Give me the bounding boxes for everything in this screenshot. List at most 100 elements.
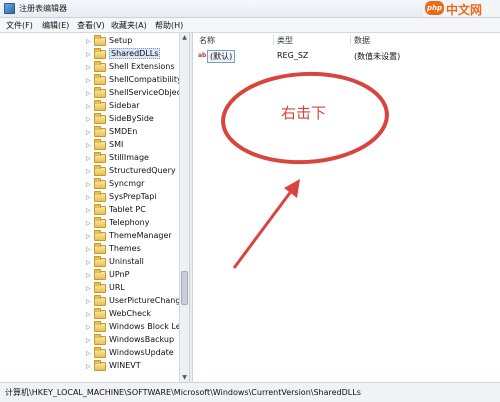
watermark-text: 中文网 xyxy=(446,3,483,17)
regedit-icon xyxy=(4,3,15,14)
tree-item-label: Themes xyxy=(109,244,141,253)
expand-icon[interactable]: ▷ xyxy=(86,51,91,58)
column-type[interactable]: 类型 xyxy=(277,35,293,46)
menu-view[interactable]: 查看(V) xyxy=(77,20,105,31)
tree-item-label: UPnP xyxy=(109,270,130,279)
expand-icon[interactable]: ▷ xyxy=(86,168,91,175)
column-name[interactable]: 名称 xyxy=(199,35,215,46)
key-tree[interactable]: ▷ Setup ▷ SharedDLLs ▷ Shell Extensions ▷ Shell… xyxy=(0,33,179,382)
tree-item-label: StructuredQuery xyxy=(109,166,176,175)
tree-item-label: Tablet PC xyxy=(109,205,146,214)
tree-item-label: SideBySide xyxy=(109,114,154,123)
scroll-down-icon[interactable]: ▼ xyxy=(180,373,189,382)
expand-icon[interactable]: ▷ xyxy=(86,181,91,188)
tree-scrollbar[interactable]: ▲ ▼ xyxy=(179,33,189,382)
expand-icon[interactable]: ▷ xyxy=(86,116,91,123)
annotation-text: 右击下 xyxy=(281,104,327,122)
expand-icon[interactable]: ▷ xyxy=(86,77,91,84)
value-name[interactable]: (默认) xyxy=(207,50,236,63)
expand-icon[interactable]: ▷ xyxy=(86,285,91,292)
menu-file[interactable]: 文件(F) xyxy=(6,20,33,31)
column-divider[interactable] xyxy=(273,35,274,45)
tree-item-label: UserPictureChange xyxy=(109,296,179,305)
string-value-icon: ab xyxy=(198,52,207,59)
folder-icon xyxy=(94,230,106,241)
folder-icon xyxy=(94,360,106,371)
tree-item-label: StillImage xyxy=(109,153,149,162)
tree-item-label: Sidebar xyxy=(109,101,140,110)
folder-icon xyxy=(94,35,106,46)
folder-icon xyxy=(94,295,106,306)
expand-icon[interactable]: ▷ xyxy=(86,233,91,240)
window-title: 注册表编辑器 xyxy=(19,4,67,13)
expand-icon[interactable]: ▷ xyxy=(86,129,91,136)
expand-icon[interactable]: ▷ xyxy=(86,337,91,344)
expand-icon[interactable]: ▷ xyxy=(86,363,91,370)
expand-icon[interactable]: ▷ xyxy=(86,259,91,266)
tree-item-label: Syncmgr xyxy=(109,179,145,188)
tree-item-label: SysPrepTapi xyxy=(109,192,157,201)
tree-item-label: ShellServiceObjecti xyxy=(109,88,179,97)
folder-icon xyxy=(94,61,106,72)
menu-help[interactable]: 帮助(H) xyxy=(155,20,183,31)
value-list[interactable]: 名称 类型 数据 ab (默认) REG_SZ (数值未设置) xyxy=(193,33,500,382)
folder-icon xyxy=(94,87,106,98)
tree-item-label: WINEVT xyxy=(109,361,141,370)
folder-icon xyxy=(94,126,106,137)
status-path: 计算机\HKEY_LOCAL_MACHINE\SOFTWARE\Microsof… xyxy=(5,388,361,397)
value-type: REG_SZ xyxy=(277,51,309,60)
folder-icon xyxy=(94,139,106,150)
tree-item-label: Uninstall xyxy=(109,257,144,266)
tree-item-label: WindowsUpdate xyxy=(109,348,174,357)
folder-icon xyxy=(94,74,106,85)
expand-icon[interactable]: ▷ xyxy=(86,246,91,253)
tree-item-label: SMI xyxy=(109,140,124,149)
folder-icon xyxy=(94,308,106,319)
expand-icon[interactable]: ▷ xyxy=(86,90,91,97)
tree-item-label: Setup xyxy=(109,36,133,45)
expand-icon[interactable]: ▷ xyxy=(86,220,91,227)
expand-icon[interactable]: ▷ xyxy=(86,298,91,305)
scroll-thumb[interactable] xyxy=(181,271,188,305)
folder-icon xyxy=(94,191,106,202)
column-divider[interactable] xyxy=(350,35,351,45)
expand-icon[interactable]: ▷ xyxy=(86,155,91,162)
expand-icon[interactable]: ▷ xyxy=(86,103,91,110)
watermark-badge: php xyxy=(425,1,444,15)
expand-icon[interactable]: ▷ xyxy=(86,38,91,45)
expand-icon[interactable]: ▷ xyxy=(86,64,91,71)
expand-icon[interactable]: ▷ xyxy=(86,272,91,279)
tree-item-label: WindowsBackup xyxy=(109,335,175,344)
tree-item-label: ThemeManager xyxy=(109,231,172,240)
expand-icon[interactable]: ▷ xyxy=(86,350,91,357)
folder-icon xyxy=(94,347,106,358)
tree-item-label: Windows Block Le xyxy=(109,322,179,331)
folder-icon xyxy=(94,178,106,189)
folder-icon xyxy=(94,100,106,111)
column-data[interactable]: 数据 xyxy=(354,35,370,46)
status-bar: 计算机\HKEY_LOCAL_MACHINE\SOFTWARE\Microsof… xyxy=(0,382,500,402)
tree-item-label: URL xyxy=(109,283,125,292)
expand-icon[interactable]: ▷ xyxy=(86,311,91,318)
tree-item-label: WebCheck xyxy=(109,309,152,318)
folder-icon xyxy=(94,256,106,267)
menu-edit[interactable]: 编辑(E) xyxy=(42,20,69,31)
menu-favorites[interactable]: 收藏夹(A) xyxy=(111,20,147,31)
expand-icon[interactable]: ▷ xyxy=(86,324,91,331)
folder-icon xyxy=(94,113,106,124)
expand-icon[interactable]: ▷ xyxy=(86,194,91,201)
expand-icon[interactable]: ▷ xyxy=(86,142,91,149)
folder-icon xyxy=(94,152,106,163)
folder-icon xyxy=(94,334,106,345)
folder-icon xyxy=(94,204,106,215)
folder-icon xyxy=(94,243,106,254)
folder-icon xyxy=(94,282,106,293)
value-data: (数值未设置) xyxy=(354,52,401,61)
tree-item-label: Telephony xyxy=(109,218,150,227)
scroll-up-icon[interactable]: ▲ xyxy=(180,33,189,42)
menu-bar: 文件(F) 编辑(E) 查看(V) 收藏夹(A) 帮助(H) xyxy=(0,18,500,33)
tree-item-label: Shell Extensions xyxy=(109,62,175,71)
expand-icon[interactable]: ▷ xyxy=(86,207,91,214)
folder-icon xyxy=(94,165,106,176)
tree-item-label: ShellCompatibility xyxy=(109,75,179,84)
